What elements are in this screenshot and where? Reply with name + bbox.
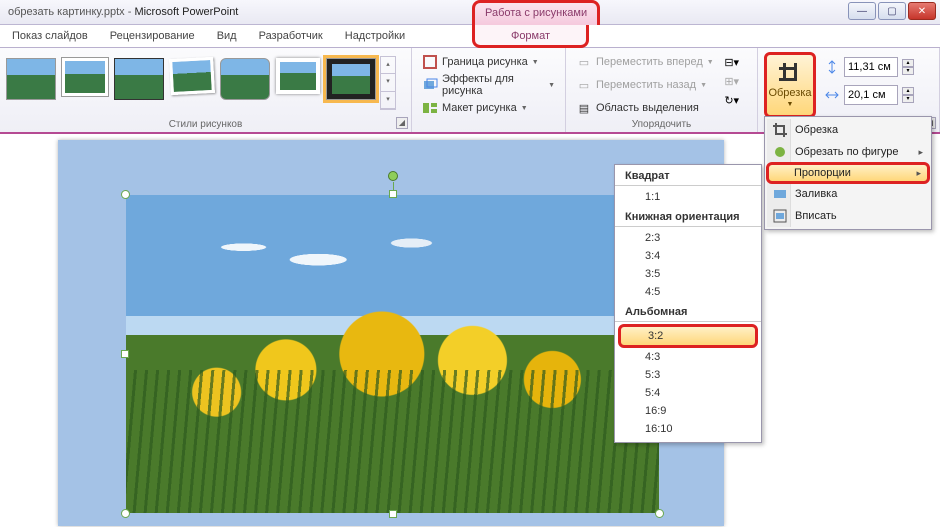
tab-slideshow[interactable]: Показ слайдов [12, 30, 88, 42]
shape-icon [771, 143, 789, 161]
cmd-bring-forward[interactable]: ▭Переместить вперед ▼ [572, 52, 718, 72]
app-name: Microsoft PowerPoint [134, 6, 238, 18]
selection-pane-icon: ▤ [576, 100, 592, 116]
bring-forward-icon: ▭ [576, 54, 592, 70]
style-thumb-2[interactable] [62, 58, 108, 96]
rotate-handle[interactable] [388, 171, 398, 181]
aspect-header-landscape: Альбомная [615, 301, 761, 322]
group-picture-styles: ▴▾▾ Стили рисунков ◢ [0, 48, 412, 132]
width-spinner[interactable]: ▴▾ [902, 87, 914, 103]
cmd-selection-pane[interactable]: ▤Область выделения [572, 98, 718, 118]
handle-w[interactable] [121, 350, 129, 358]
align-icon[interactable]: ⊟▾ [724, 54, 740, 70]
crop-dropdown-menu: Обрезка Обрезать по фигуре Пропорции Зал… [764, 116, 932, 230]
style-thumb-4[interactable] [169, 57, 215, 95]
handle-s[interactable] [389, 510, 397, 518]
aspect-header-portrait: Книжная ориентация [615, 206, 761, 227]
menu-item-aspect-ratio[interactable]: Пропорции [766, 162, 930, 184]
inserted-picture[interactable] [126, 195, 659, 513]
aspect-ratio-submenu: Квадрат 1:1 Книжная ориентация 2:3 3:4 3… [614, 164, 762, 443]
style-thumb-3[interactable] [114, 58, 164, 100]
window-title: обрезать картинку.pptx - Microsoft Power… [8, 6, 238, 18]
aspect-header-square: Квадрат [615, 165, 761, 186]
send-backward-icon: ▭ [576, 77, 592, 93]
picture-style-gallery[interactable] [6, 52, 376, 100]
handle-se[interactable] [655, 509, 664, 518]
minimize-button[interactable]: — [848, 2, 876, 20]
height-input[interactable]: 11,31 см [844, 57, 898, 77]
tab-view[interactable]: Вид [217, 30, 237, 42]
menu-item-fit[interactable]: Вписать [767, 205, 929, 227]
aspect-opt-2-3[interactable]: 2:3 [615, 229, 761, 247]
border-icon [422, 54, 438, 70]
aspect-opt-3-4[interactable]: 3:4 [615, 247, 761, 265]
tab-developer[interactable]: Разработчик [259, 30, 323, 42]
fit-icon [771, 207, 789, 225]
style-thumb-6[interactable] [276, 58, 320, 94]
width-input-row: 20,1 см ▴▾ [824, 84, 914, 106]
crop-button[interactable]: Обрезка ▼ [764, 52, 816, 118]
doc-name: обрезать картинку.pptx [8, 6, 125, 18]
aspect-opt-3-2[interactable]: 3:2 [618, 324, 758, 348]
layout-icon [422, 100, 438, 116]
group-label-styles: Стили рисунков [0, 119, 411, 130]
handle-n[interactable] [389, 190, 397, 198]
tab-review[interactable]: Рецензирование [110, 30, 195, 42]
height-input-row: 11,31 см ▴▾ [824, 56, 914, 78]
title-bar: обрезать картинку.pptx - Microsoft Power… [0, 0, 940, 25]
crop-button-label: Обрезка [768, 87, 811, 99]
aspect-opt-16-9[interactable]: 16:9 [615, 402, 761, 420]
cmd-picture-effects[interactable]: Эффекты для рисунка ▼ [418, 75, 559, 95]
width-input[interactable]: 20,1 см [844, 85, 898, 105]
aspect-opt-4-5[interactable]: 4:5 [615, 283, 761, 301]
rotate-icon[interactable]: ↻▾ [724, 92, 740, 108]
aspect-opt-1-1[interactable]: 1:1 [615, 188, 761, 206]
effects-icon [422, 77, 438, 93]
height-spinner[interactable]: ▴▾ [902, 59, 914, 75]
menu-item-crop-to-shape[interactable]: Обрезать по фигуре [767, 141, 929, 163]
contextual-tab-header: Работа с рисунками [472, 0, 600, 25]
cmd-send-backward[interactable]: ▭Переместить назад ▼ [572, 75, 718, 95]
style-thumb-1[interactable] [6, 58, 56, 100]
close-button[interactable]: ✕ [908, 2, 936, 20]
dialog-launcher-styles[interactable]: ◢ [396, 117, 408, 129]
window-controls: — ▢ ✕ [848, 2, 936, 20]
aspect-opt-5-4[interactable]: 5:4 [615, 384, 761, 402]
fill-icon [771, 185, 789, 203]
group-picture-format: Граница рисунка ▼ Эффекты для рисунка ▼ … [412, 48, 566, 132]
style-thumb-7-selected[interactable] [326, 58, 376, 100]
group-label-arrange: Упорядочить [566, 119, 757, 130]
menu-item-fill[interactable]: Заливка [767, 183, 929, 205]
aspect-opt-4-3[interactable]: 4:3 [615, 348, 761, 366]
tab-addins[interactable]: Надстройки [345, 30, 405, 42]
maximize-button[interactable]: ▢ [878, 2, 906, 20]
crop-icon [771, 121, 789, 139]
aspect-opt-3-5[interactable]: 3:5 [615, 265, 761, 283]
tab-format[interactable]: Формат [472, 25, 589, 48]
cmd-picture-layout[interactable]: Макет рисунка ▼ [418, 98, 559, 118]
handle-nw[interactable] [121, 190, 130, 199]
cmd-picture-border[interactable]: Граница рисунка ▼ [418, 52, 559, 72]
width-icon [824, 87, 840, 103]
crop-icon [779, 63, 801, 85]
handle-sw[interactable] [121, 509, 130, 518]
ribbon-tabs: Показ слайдов Рецензирование Вид Разрабо… [0, 25, 940, 48]
menu-item-crop[interactable]: Обрезка [767, 119, 929, 141]
aspect-opt-16-10[interactable]: 16:10 [615, 420, 761, 438]
group-arrange: ▭Переместить вперед ▼ ▭Переместить назад… [566, 48, 758, 132]
height-icon [824, 59, 840, 75]
picture-content [126, 195, 659, 513]
aspect-opt-5-3[interactable]: 5:3 [615, 366, 761, 384]
gallery-more-button[interactable]: ▴▾▾ [380, 56, 396, 110]
group-icon[interactable]: ⊞▾ [724, 73, 740, 89]
style-thumb-5[interactable] [220, 58, 270, 100]
